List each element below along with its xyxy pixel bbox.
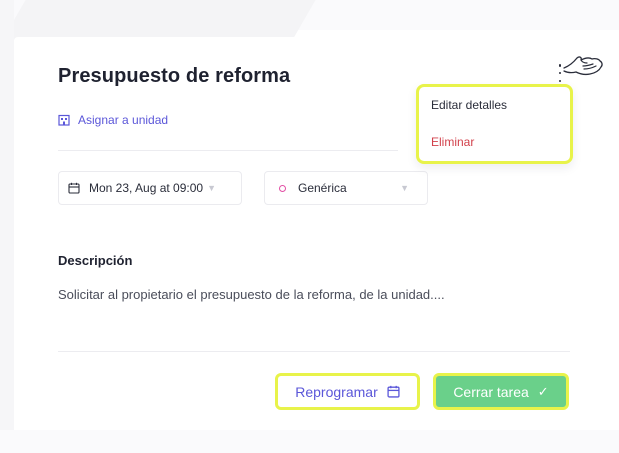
background-left — [0, 0, 14, 453]
date-value: Mon 23, Aug at 09:00 — [89, 181, 204, 195]
reschedule-button[interactable]: Reprogramar — [275, 373, 420, 410]
type-select[interactable]: Genérica ▼ — [264, 171, 428, 205]
check-icon: ✓ — [537, 383, 549, 399]
divider-bottom — [58, 351, 570, 352]
divider-top — [58, 150, 398, 151]
calendar-icon — [387, 385, 400, 398]
task-title: Presupuesto de reforma — [58, 65, 291, 87]
chevron-down-icon: ▼ — [400, 183, 409, 193]
type-value: Genérica — [298, 181, 347, 195]
assign-unit-label: Asignar a unidad — [78, 113, 169, 127]
reschedule-label: Reprogramar — [295, 383, 378, 400]
building-icon — [58, 114, 70, 126]
assign-unit-link[interactable]: Asignar a unidad — [58, 113, 168, 127]
description-text: Solicitar al propietario el presupuesto … — [58, 287, 445, 302]
calendar-icon — [68, 182, 80, 194]
chevron-down-icon: ▼ — [207, 183, 217, 193]
close-task-label: Cerrar tarea — [453, 383, 529, 400]
options-menu: Editar detalles Eliminar — [416, 84, 573, 164]
background-bottom — [0, 430, 619, 453]
circle-dot-icon — [279, 184, 286, 192]
menu-item-edit-details[interactable]: Editar detalles — [431, 98, 507, 112]
description-heading: Descripción — [58, 253, 133, 268]
date-picker[interactable]: Mon 23, Aug at 09:00 ▼ — [58, 171, 242, 205]
pointing-hand-icon — [563, 56, 603, 76]
background-shape — [2, 0, 316, 40]
close-task-button[interactable]: Cerrar tarea ✓ — [433, 373, 569, 410]
menu-item-delete[interactable]: Eliminar — [431, 135, 474, 149]
